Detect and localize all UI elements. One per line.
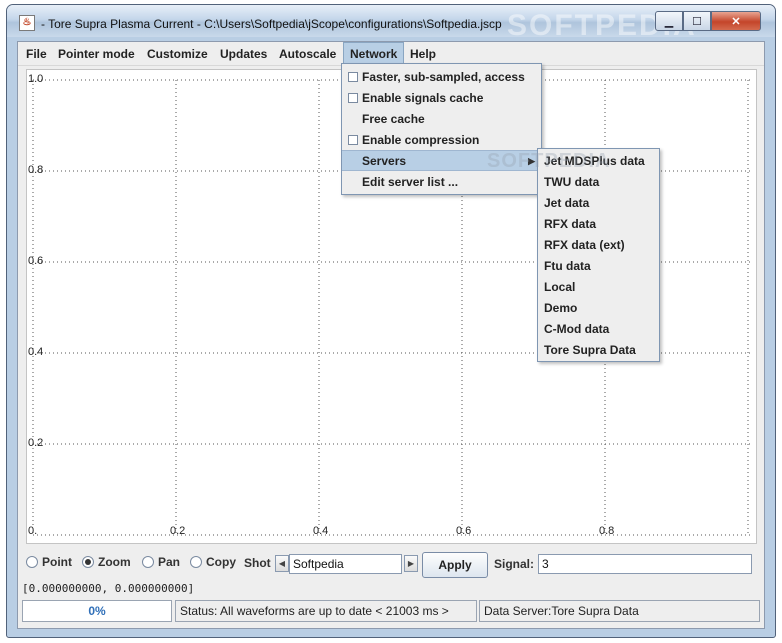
menu-item-servers[interactable]: Servers ▶ xyxy=(342,150,541,171)
status-bar: 0% Status: All waveforms are up to date … xyxy=(18,598,764,626)
server-twu[interactable]: TWU data xyxy=(538,172,659,193)
right-arrow-icon: ▶ xyxy=(407,559,415,568)
radio-pan-button[interactable] xyxy=(142,556,154,568)
menu-item-free-cache[interactable]: Free cache xyxy=(342,109,541,130)
menu-item-label: Enable signals cache xyxy=(362,91,484,105)
minimize-button[interactable]: ▁ xyxy=(655,11,683,31)
servers-submenu: Jet MDSPlus data TWU data Jet data RFX d… xyxy=(537,148,660,362)
radio-pan[interactable]: Pan xyxy=(142,555,180,569)
menu-customize[interactable]: Customize xyxy=(141,42,214,66)
title-bar[interactable]: ♨ - Tore Supra Plasma Current - C:\Users… xyxy=(7,5,775,42)
radio-zoom-label: Zoom xyxy=(98,555,131,569)
submenu-arrow-icon: ▶ xyxy=(528,156,535,166)
radio-point-button[interactable] xyxy=(26,556,38,568)
server-demo[interactable]: Demo xyxy=(538,298,659,319)
left-arrow-icon: ◀ xyxy=(278,559,286,568)
apply-button[interactable]: Apply xyxy=(422,552,488,578)
shot-input[interactable]: Softpedia xyxy=(289,554,402,574)
network-menu: Faster, sub-sampled, access Enable signa… xyxy=(341,63,542,195)
radio-zoom[interactable]: Zoom xyxy=(82,555,131,569)
window-title: - Tore Supra Plasma Current - C:\Users\S… xyxy=(41,17,502,31)
menu-file[interactable]: File xyxy=(20,42,53,66)
signals-cache-checkbox[interactable] xyxy=(348,93,358,103)
compression-checkbox[interactable] xyxy=(348,135,358,145)
menu-item-signals-cache[interactable]: Enable signals cache xyxy=(342,88,541,109)
menu-autoscale[interactable]: Autoscale xyxy=(273,42,342,66)
progress-indicator: 0% xyxy=(22,600,172,622)
server-tore-supra[interactable]: Tore Supra Data xyxy=(538,340,659,361)
menu-item-label: Enable compression xyxy=(362,133,480,147)
radio-copy-button[interactable] xyxy=(190,556,202,568)
y-tick-label: 0.8 xyxy=(28,164,44,176)
radio-zoom-button[interactable] xyxy=(82,556,94,568)
java-cup-icon[interactable]: ♨ xyxy=(19,15,35,31)
radio-copy-label: Copy xyxy=(206,555,236,569)
server-rfx-ext[interactable]: RFX data (ext) xyxy=(538,235,659,256)
menu-item-edit-server-list[interactable]: Edit server list ... xyxy=(342,172,541,193)
minimize-icon: ▁ xyxy=(664,15,674,28)
menu-pointer-mode[interactable]: Pointer mode xyxy=(52,42,141,66)
server-ftu[interactable]: Ftu data xyxy=(538,256,659,277)
shot-label: Shot xyxy=(244,556,271,570)
close-button[interactable]: ✕ xyxy=(711,11,761,31)
x-tick-label: 0.8 xyxy=(599,525,615,537)
control-panel: Point Zoom Pan Copy Shot ◀ Softpedia ▶ A… xyxy=(18,547,764,578)
x-tick-label: 0.2 xyxy=(170,525,186,537)
menu-item-label: Faster, sub-sampled, access xyxy=(362,70,525,84)
pointer-coordinates: [0.000000000, 0.000000000] xyxy=(22,582,195,595)
x-tick-label: 0.6 xyxy=(456,525,472,537)
server-cmod[interactable]: C-Mod data xyxy=(538,319,659,340)
x-tick-label: 0.4 xyxy=(313,525,329,537)
server-jet-mdsplus[interactable]: Jet MDSPlus data xyxy=(538,151,659,172)
server-rfx[interactable]: RFX data xyxy=(538,214,659,235)
maximize-button[interactable]: ☐ xyxy=(683,11,711,31)
menu-item-label: Edit server list ... xyxy=(362,175,459,189)
radio-copy[interactable]: Copy xyxy=(190,555,236,569)
radio-pan-label: Pan xyxy=(158,555,181,569)
signal-input[interactable]: 3 xyxy=(538,554,752,574)
menu-item-label: Servers xyxy=(362,154,407,168)
menu-item-label: Free cache xyxy=(362,112,425,126)
data-server-label: Data Server:Tore Supra Data xyxy=(479,600,760,622)
faster-access-checkbox[interactable] xyxy=(348,72,358,82)
y-tick-label: 0.6 xyxy=(28,255,44,267)
server-jet[interactable]: Jet data xyxy=(538,193,659,214)
menu-item-faster-access[interactable]: Faster, sub-sampled, access xyxy=(342,67,541,88)
close-icon: ✕ xyxy=(731,15,741,28)
radio-point-label: Point xyxy=(42,555,72,569)
y-tick-label: 0. xyxy=(28,525,38,537)
y-tick-label: 0.4 xyxy=(28,346,44,358)
y-tick-label: 1.0 xyxy=(28,73,44,85)
y-tick-label: 0.2 xyxy=(28,437,44,449)
server-local[interactable]: Local xyxy=(538,277,659,298)
signal-label: Signal: xyxy=(494,557,535,571)
menu-item-compression[interactable]: Enable compression xyxy=(342,130,541,151)
radio-point[interactable]: Point xyxy=(26,555,72,569)
maximize-icon: ☐ xyxy=(692,15,702,28)
menu-updates[interactable]: Updates xyxy=(214,42,273,66)
shot-prev-button[interactable]: ◀ xyxy=(275,555,289,572)
status-message: Status: All waveforms are up to date < 2… xyxy=(175,600,477,622)
shot-next-button[interactable]: ▶ xyxy=(404,555,418,572)
